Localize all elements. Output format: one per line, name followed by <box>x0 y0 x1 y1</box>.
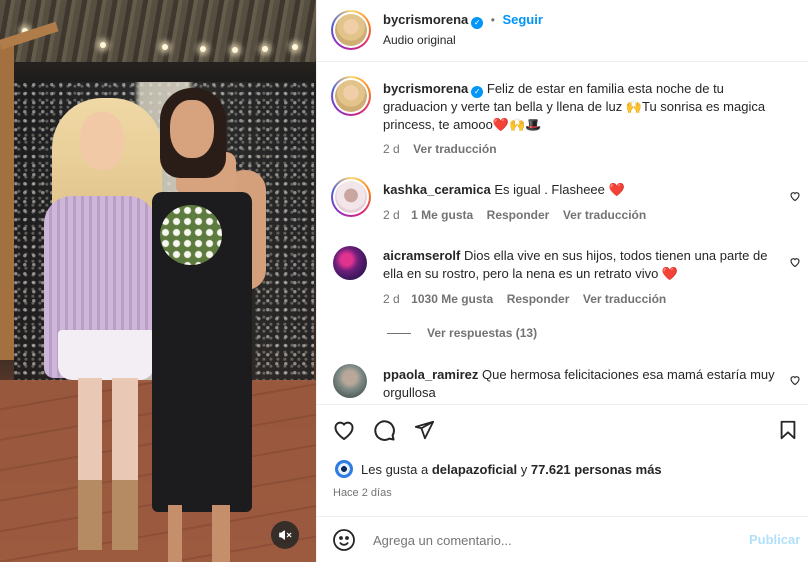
post-sidebar: bycrismorena ✓ • Seguir Audio original by… <box>316 0 808 562</box>
likes-summary: Les gusta a delapazoficial y 77.621 pers… <box>361 462 662 477</box>
photo-light <box>162 44 168 50</box>
comment-button[interactable] <box>371 417 397 443</box>
mute-button[interactable] <box>271 521 299 549</box>
likes-connector: y <box>520 462 528 477</box>
likes-user[interactable]: delapazoficial <box>432 462 517 477</box>
likes-prefix: Les gusta a <box>361 462 429 477</box>
comment-time[interactable]: 2 d <box>383 292 400 306</box>
photo-person-left-skirt <box>58 330 154 380</box>
post-dialog: bycrismorena ✓ • Seguir Audio original by… <box>0 0 808 562</box>
comment-avatar[interactable] <box>333 246 367 280</box>
comment-item: aicramserolf Dios ella vive en sus hijos… <box>383 247 783 283</box>
photo-light <box>232 47 238 53</box>
caption: bycrismorena ✓ Feliz de estar en familia … <box>383 80 783 134</box>
comment-avatar[interactable] <box>331 177 371 217</box>
caption-translate-button[interactable]: Ver traducción <box>413 142 496 156</box>
replies-divider <box>387 333 411 334</box>
comment-icon <box>372 418 396 442</box>
comment-username[interactable]: ppaola_ramirez <box>383 367 478 382</box>
comment-likes[interactable]: 1030 Me gusta <box>411 292 493 306</box>
verified-icon: ✓ <box>471 16 484 29</box>
author-username[interactable]: bycrismorena <box>383 12 468 27</box>
send-icon <box>413 419 435 441</box>
photo-person-left-face <box>80 112 124 170</box>
add-comment-bar: Publicar <box>317 516 808 562</box>
post-time[interactable]: Hace 2 días <box>333 487 392 499</box>
photo-person-right-legs <box>168 505 230 562</box>
photo-person-right-face <box>170 100 214 158</box>
post-actions: Les gusta a delapazoficial y 77.621 pers… <box>317 404 808 514</box>
comment-time[interactable]: 2 d <box>383 208 400 222</box>
likes-others[interactable]: 77.621 personas más <box>531 462 662 477</box>
photo-bouquet <box>160 205 222 265</box>
comment-item: ppaola_ramirez Que hermosa felicitacione… <box>383 366 783 402</box>
comments-list[interactable]: bycrismorena ✓ Feliz de estar en familia … <box>317 63 808 403</box>
volume-off-icon <box>278 528 292 542</box>
comment-avatar[interactable] <box>333 364 367 398</box>
bookmark-icon <box>777 418 799 442</box>
comment-input[interactable] <box>373 529 733 551</box>
share-button[interactable] <box>411 417 437 443</box>
translate-button[interactable]: Ver traducción <box>563 208 646 222</box>
photo-beam <box>0 40 14 360</box>
comment-like-icon[interactable] <box>789 374 801 386</box>
comment-username[interactable]: kashka_ceramica <box>383 182 491 197</box>
comment-username[interactable]: aicramserolf <box>383 248 460 263</box>
heart-icon <box>332 418 356 442</box>
emoji-icon <box>332 528 356 552</box>
post-comment-button[interactable]: Publicar <box>749 532 800 547</box>
reply-button[interactable]: Responder <box>487 208 550 222</box>
like-button[interactable] <box>331 417 357 443</box>
photo-person-left-boots <box>78 480 138 550</box>
photo-light <box>200 46 206 52</box>
caption-username[interactable]: bycrismorena <box>383 81 468 96</box>
comment-text: Es igual . Flasheee ❤️ <box>494 182 625 197</box>
view-replies-button[interactable]: Ver respuestas (13) <box>427 326 537 340</box>
verified-icon: ✓ <box>471 86 484 98</box>
reply-button[interactable]: Responder <box>507 292 570 306</box>
post-header: bycrismorena ✓ • Seguir Audio original <box>317 0 808 62</box>
photo-light <box>100 42 106 48</box>
save-button[interactable] <box>775 417 801 443</box>
comment-likes[interactable]: 1 Me gusta <box>411 208 473 222</box>
caption-meta: 2 d Ver traducción <box>383 142 497 156</box>
comment-like-icon[interactable] <box>789 190 801 202</box>
comment-like-icon[interactable] <box>789 256 801 268</box>
comment-item: kashka_ceramica Es igual . Flasheee ❤️ <box>383 181 783 199</box>
translate-button[interactable]: Ver traducción <box>583 292 666 306</box>
post-photo[interactable] <box>0 0 316 562</box>
follow-button[interactable]: Seguir <box>502 12 542 27</box>
audio-label[interactable]: Audio original <box>383 33 456 47</box>
header-separator: • <box>490 13 495 27</box>
comment-meta: 2 d 1030 Me gusta Responder Ver traducci… <box>383 292 666 306</box>
author-avatar[interactable] <box>331 10 371 50</box>
photo-light <box>292 44 298 50</box>
caption-time[interactable]: 2 d <box>383 142 400 156</box>
photo-light <box>262 46 268 52</box>
liker-avatar[interactable] <box>335 460 353 478</box>
caption-avatar[interactable] <box>331 76 371 116</box>
comment-meta: 2 d 1 Me gusta Responder Ver traducción <box>383 208 646 222</box>
emoji-button[interactable] <box>331 527 357 553</box>
